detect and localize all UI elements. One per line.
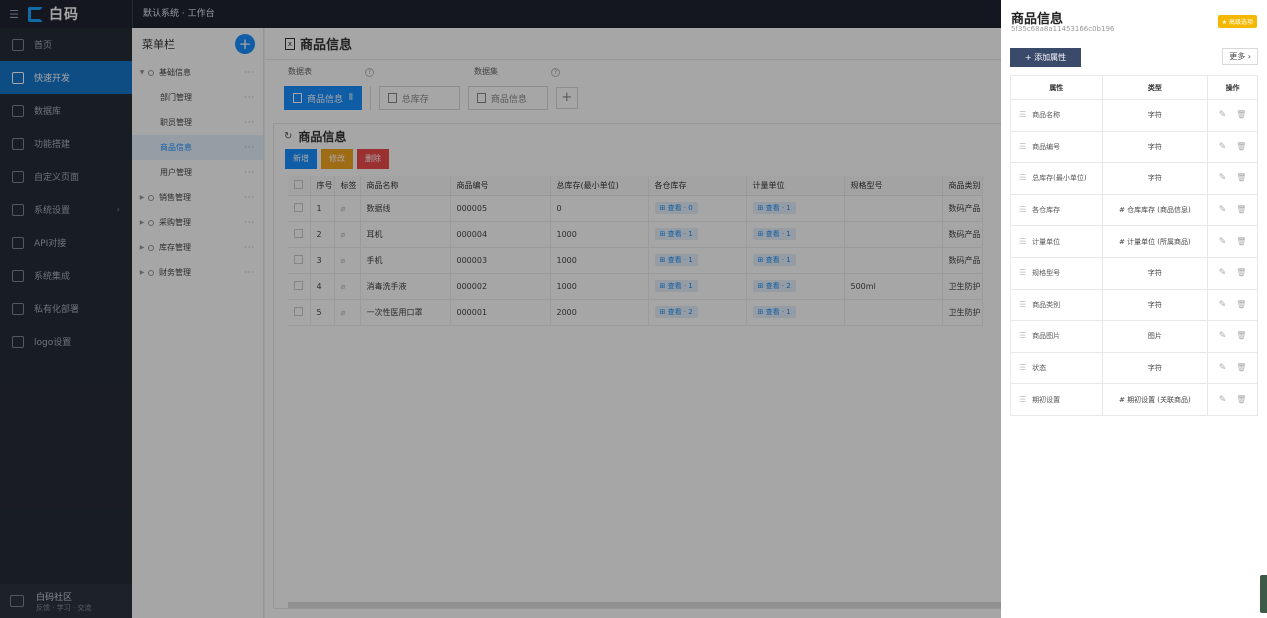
attribute-type: # 计量单位 (所属商品)	[1101, 225, 1209, 258]
attribute-type: # 期初设置 (关联商品)	[1101, 383, 1209, 416]
attribute-name: 规格型号	[1032, 269, 1061, 278]
attribute-row[interactable]: ☰ 商品编号 字符 ✎ 🗑	[1010, 130, 1258, 164]
attribute-ops: ✎ 🗑	[1207, 320, 1258, 353]
attribute-ops: ✎ 🗑	[1207, 130, 1258, 164]
attribute-row[interactable]: ☰ 总库存(最小单位) 字符 ✎ 🗑	[1010, 162, 1258, 195]
more-button[interactable]: 更多 ›	[1222, 48, 1258, 65]
drag-handle-icon[interactable]: ☰	[1019, 110, 1026, 119]
attribute-ops: ✎ 🗑	[1207, 351, 1258, 385]
attribute-name: 状态	[1032, 364, 1047, 373]
attribute-row[interactable]: ☰ 商品图片 图片 ✎ 🗑	[1010, 320, 1258, 353]
attribute-name: 计量单位	[1032, 237, 1061, 246]
attribute-ops: ✎ 🗑	[1207, 225, 1258, 258]
edit-icon[interactable]: ✎	[1219, 142, 1227, 152]
attribute-name-cell: ☰ 规格型号	[1010, 256, 1103, 290]
drag-handle-icon[interactable]: ☰	[1019, 331, 1026, 340]
side-scroll-handle[interactable]	[1260, 575, 1267, 613]
edit-icon[interactable]: ✎	[1219, 110, 1227, 120]
attribute-type: 图片	[1101, 320, 1209, 353]
col-type: 类型	[1101, 75, 1209, 100]
attribute-ops: ✎ 🗑	[1207, 288, 1258, 322]
edit-icon[interactable]: ✎	[1219, 331, 1227, 341]
attribute-name: 商品编号	[1032, 142, 1061, 151]
attribute-name: 商品图片	[1032, 332, 1061, 341]
edit-icon[interactable]: ✎	[1219, 300, 1227, 310]
attribute-name-cell: ☰ 状态	[1010, 351, 1103, 385]
attribute-type: 字符	[1101, 351, 1209, 385]
attribute-name-cell: ☰ 商品类别	[1010, 288, 1103, 322]
edit-icon[interactable]: ✎	[1219, 173, 1227, 183]
attribute-row[interactable]: ☰ 期初设置 # 期初设置 (关联商品) ✎ 🗑	[1010, 383, 1258, 416]
delete-icon[interactable]: 🗑	[1236, 142, 1246, 151]
drag-handle-icon[interactable]: ☰	[1019, 173, 1026, 182]
delete-icon[interactable]: 🗑	[1236, 173, 1246, 182]
delete-icon[interactable]: 🗑	[1236, 268, 1246, 277]
attribute-name: 各仓库存	[1032, 206, 1061, 215]
attribute-name-cell: ☰ 总库存(最小单位)	[1010, 162, 1103, 195]
attribute-name-cell: ☰ 商品图片	[1010, 320, 1103, 353]
attribute-row[interactable]: ☰ 计量单位 # 计量单位 (所属商品) ✎ 🗑	[1010, 225, 1258, 258]
attribute-type: 字符	[1101, 99, 1209, 132]
edit-icon[interactable]: ✎	[1219, 363, 1227, 373]
drag-handle-icon[interactable]: ☰	[1019, 205, 1026, 214]
attribute-ops: ✎ 🗑	[1207, 383, 1258, 416]
attribute-name: 商品类别	[1032, 300, 1061, 309]
attribute-name: 总库存(最小单位)	[1032, 174, 1087, 183]
attribute-ops: ✎ 🗑	[1207, 256, 1258, 290]
edit-icon[interactable]: ✎	[1219, 268, 1227, 278]
attribute-type: 字符	[1101, 288, 1209, 322]
delete-icon[interactable]: 🗑	[1236, 363, 1246, 372]
attribute-name-cell: ☰ 商品编号	[1010, 130, 1103, 164]
drag-handle-icon[interactable]: ☰	[1019, 237, 1026, 246]
attribute-row[interactable]: ☰ 商品名称 字符 ✎ 🗑	[1010, 99, 1258, 132]
drag-handle-icon[interactable]: ☰	[1019, 300, 1026, 309]
attribute-name-cell: ☰ 各仓库存	[1010, 193, 1103, 227]
attribute-panel: 商品信息 5f35c68a8a11453166c0b196 ★ 高级选项 + 添…	[1001, 0, 1267, 618]
add-attribute-button[interactable]: + 添加属性	[1010, 48, 1081, 67]
attribute-name-cell: ☰ 期初设置	[1010, 383, 1103, 416]
attribute-name-cell: ☰ 计量单位	[1010, 225, 1103, 258]
delete-icon[interactable]: 🗑	[1236, 110, 1246, 119]
attribute-name: 商品名称	[1032, 111, 1061, 120]
attribute-type: 字符	[1101, 130, 1209, 164]
attribute-table: 属性 类型 操作 ☰ 商品名称 字符 ✎ 🗑 ☰ 商品编号 字符 ✎ 🗑 ☰ 总库存(最小单位) 字符 ✎…	[1010, 75, 1258, 416]
attribute-row[interactable]: ☰ 商品类别 字符 ✎ 🗑	[1010, 288, 1258, 322]
modal-overlay[interactable]	[0, 0, 1001, 618]
delete-icon[interactable]: 🗑	[1236, 300, 1246, 309]
edit-icon[interactable]: ✎	[1219, 237, 1227, 247]
attribute-name-cell: ☰ 商品名称	[1010, 99, 1103, 132]
delete-icon[interactable]: 🗑	[1236, 331, 1246, 340]
attribute-ops: ✎ 🗑	[1207, 99, 1258, 132]
attribute-name: 期初设置	[1032, 395, 1061, 404]
attribute-type: # 仓库库存 (商品信息)	[1101, 193, 1209, 227]
delete-icon[interactable]: 🗑	[1236, 395, 1246, 404]
attribute-type: 字符	[1101, 256, 1209, 290]
drag-handle-icon[interactable]: ☰	[1019, 142, 1026, 151]
drag-handle-icon[interactable]: ☰	[1019, 395, 1026, 404]
attribute-row[interactable]: ☰ 各仓库存 # 仓库库存 (商品信息) ✎ 🗑	[1010, 193, 1258, 227]
col-attribute: 属性	[1010, 75, 1103, 100]
advanced-options-button[interactable]: ★ 高级选项	[1217, 15, 1257, 28]
attribute-ops: ✎ 🗑	[1207, 193, 1258, 227]
attribute-type: 字符	[1101, 162, 1209, 195]
edit-icon[interactable]: ✎	[1219, 205, 1227, 215]
drag-handle-icon[interactable]: ☰	[1019, 268, 1026, 277]
attribute-ops: ✎ 🗑	[1207, 162, 1258, 195]
edit-icon[interactable]: ✎	[1219, 395, 1227, 405]
delete-icon[interactable]: 🗑	[1236, 205, 1246, 214]
attribute-row[interactable]: ☰ 状态 字符 ✎ 🗑	[1010, 351, 1258, 385]
table-id: 5f35c68a8a11453166c0b196	[1011, 25, 1115, 33]
attribute-row[interactable]: ☰ 规格型号 字符 ✎ 🗑	[1010, 256, 1258, 290]
col-ops: 操作	[1207, 75, 1258, 100]
delete-icon[interactable]: 🗑	[1236, 237, 1246, 246]
drag-handle-icon[interactable]: ☰	[1019, 363, 1026, 372]
